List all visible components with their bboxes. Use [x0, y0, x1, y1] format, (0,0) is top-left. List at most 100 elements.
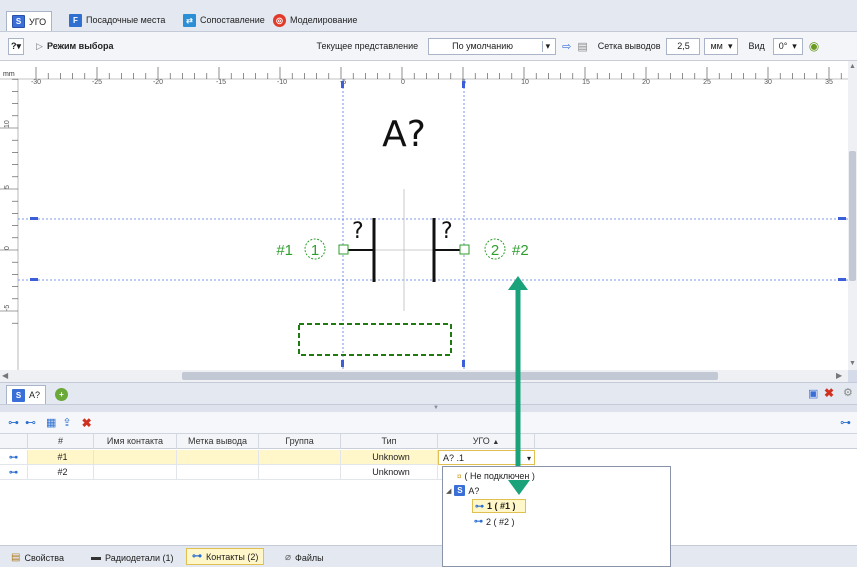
chevron-down-icon: ▾: [727, 40, 733, 51]
add-pins-icon[interactable]: ⊷: [25, 416, 36, 429]
column-header[interactable]: Метка вывода: [177, 434, 259, 449]
dropdown-group-a[interactable]: ◢ S A?: [446, 485, 479, 496]
bottom-tab-bar: ▤ Свойства ▬ Радиодетали (1) ⊶ Контакты …: [0, 545, 857, 567]
callout-arrow-head-up: [508, 276, 528, 290]
dropdown-group-label: A?: [468, 485, 480, 496]
import-pins-icon[interactable]: ▦: [46, 416, 56, 429]
ruler-tick: 0: [401, 79, 405, 86]
ugo-dropdown-list[interactable]: ¤ ( Не подключен ) ◢ S A? ⊶ 1 ( #1 ) ⊶ 2…: [442, 466, 671, 567]
pin-options-icon[interactable]: ⊶: [840, 416, 851, 429]
unit-select[interactable]: мм ▾: [704, 37, 739, 55]
scroll-down-icon[interactable]: ▼: [848, 360, 857, 368]
add-view-tab[interactable]: +: [50, 385, 73, 404]
cell-type[interactable]: Unknown: [341, 465, 438, 480]
column-header[interactable]: Группа: [259, 434, 341, 449]
symbol-editor-canvas[interactable]: mm -30 -25 -20 -15 -10 -5 0 5 10 15 20 2…: [0, 61, 848, 370]
column-header[interactable]: Имя контакта: [94, 434, 177, 449]
horizontal-scroll-thumb[interactable]: [182, 372, 718, 380]
tab-simulation[interactable]: ◎ Моделирование: [268, 11, 362, 29]
chevron-down-icon: ▾: [792, 40, 797, 51]
mode-label: Режим выбора: [46, 41, 114, 51]
tab-components[interactable]: ▬ Радиодетали (1): [86, 549, 179, 566]
cell-name[interactable]: [94, 450, 177, 465]
horizontal-scrollbar[interactable]: ◀ ▶: [0, 370, 848, 382]
cell-number[interactable]: #2: [28, 465, 94, 480]
dropdown-item-label: 2 ( #2 ): [486, 516, 515, 527]
column-header-icon: [0, 434, 28, 449]
grid-step-input[interactable]: 2,5: [666, 37, 701, 55]
files-icon: ⌀: [285, 552, 292, 563]
cell-group[interactable]: [259, 450, 341, 465]
vruler-tick: -5: [4, 305, 11, 311]
tab-pins[interactable]: ⊶ Контакты (2): [186, 548, 265, 565]
tab-properties-label: Свойства: [24, 552, 64, 563]
ruler-tick: 20: [642, 79, 650, 86]
grid-label: Сетка выводов: [597, 41, 661, 51]
view-tab-bar: S A? + ▣ ✖ ⚙: [0, 382, 857, 404]
cell-label[interactable]: [177, 465, 259, 480]
ruler-tick: 15: [582, 79, 590, 86]
vruler-tick: 10: [4, 120, 11, 128]
document-tab-bar: S УГО F Посадочные места ⇄ Сопоставление…: [0, 8, 857, 32]
scroll-left-icon[interactable]: ◀: [2, 371, 8, 380]
column-header[interactable]: #: [28, 434, 94, 449]
tab-properties[interactable]: ▤ Свойства: [6, 549, 69, 566]
tab-mapping-label: Сопоставление: [200, 15, 265, 25]
tab-footprints[interactable]: F Посадочные места: [64, 11, 170, 29]
ruler-tick: 30: [764, 79, 772, 86]
export-pins-icon[interactable]: ⇪: [62, 416, 71, 429]
tab-ugo-label: УГО: [29, 16, 47, 27]
schematic-drawing: mm -30 -25 -20 -15 -10 -5 0 5 10 15 20 2…: [0, 61, 848, 370]
settings-icon[interactable]: ◉: [809, 39, 819, 53]
column-header[interactable]: Тип: [341, 434, 438, 449]
view-value: По умолчанию: [452, 41, 513, 51]
vertical-scrollbar[interactable]: ▲ ▼: [848, 61, 857, 370]
ruler-tick: -10: [277, 79, 287, 86]
pin-1-connector[interactable]: [338, 244, 349, 255]
mapping-icon: ⇄: [183, 13, 196, 27]
tab-mapping[interactable]: ⇄ Сопоставление: [178, 11, 270, 29]
components-icon: ▬: [91, 552, 101, 563]
editor-toolbar: ?▾ ▷ Режим выбора Текущее представление …: [0, 32, 857, 61]
cell-name[interactable]: [94, 465, 177, 480]
tab-files[interactable]: ⌀ Файлы: [280, 549, 329, 566]
help-icon[interactable]: ?▾: [8, 37, 25, 55]
refdes-label[interactable]: A?: [382, 114, 426, 155]
cell-label[interactable]: [177, 450, 259, 465]
add-pin-icon[interactable]: ⊶: [8, 416, 19, 429]
ruler-tick: -25: [92, 79, 102, 86]
vertical-scroll-thumb[interactable]: [849, 151, 856, 281]
scroll-right-icon[interactable]: ▶: [836, 371, 842, 380]
dropdown-item-pin-1[interactable]: ⊶ 1 ( #1 ): [472, 499, 526, 513]
dropdown-item-pin-2[interactable]: ⊶ 2 ( #2 ): [474, 516, 515, 527]
cell-type[interactable]: Unknown: [341, 450, 438, 465]
cell-number[interactable]: #1: [28, 450, 94, 465]
ruler-tick: -15: [216, 79, 226, 86]
ugo-icon: S: [12, 15, 25, 28]
title-strip: [0, 0, 857, 8]
pin-1-name: #1: [276, 242, 293, 259]
attribute-placeholder-box[interactable]: [298, 323, 452, 356]
collapse-icon[interactable]: ◢: [446, 487, 451, 495]
cursor-icon: ▷: [36, 40, 43, 51]
ugo-icon: S: [454, 485, 466, 496]
view-select[interactable]: По умолчанию ▾: [428, 37, 557, 55]
view-settings-icon[interactable]: ⚙: [843, 386, 853, 399]
apply-view-icon[interactable]: ⇨: [562, 40, 571, 53]
sort-ascending-icon: ▲: [492, 439, 500, 446]
rotation-select[interactable]: 0° ▾: [772, 37, 803, 55]
cell-group[interactable]: [259, 465, 341, 480]
vruler-tick: 5: [4, 185, 11, 189]
view-tab-a[interactable]: S A?: [6, 385, 47, 404]
close-view-icon[interactable]: ✖: [824, 386, 834, 400]
splitter[interactable]: ▼: [0, 404, 857, 412]
pin-icon: ⊶: [0, 450, 28, 465]
delete-pin-icon[interactable]: ✖: [82, 416, 92, 430]
save-view-icon[interactable]: ▤: [577, 40, 587, 53]
tab-ugo[interactable]: S УГО: [6, 11, 53, 31]
pin-2-connector[interactable]: [459, 244, 470, 255]
pin-question-right: ?: [441, 219, 453, 244]
tab-components-label: Радиодетали (1): [105, 552, 174, 563]
scroll-up-icon[interactable]: ▲: [848, 63, 857, 71]
view-copy-icon[interactable]: ▣: [808, 387, 818, 400]
